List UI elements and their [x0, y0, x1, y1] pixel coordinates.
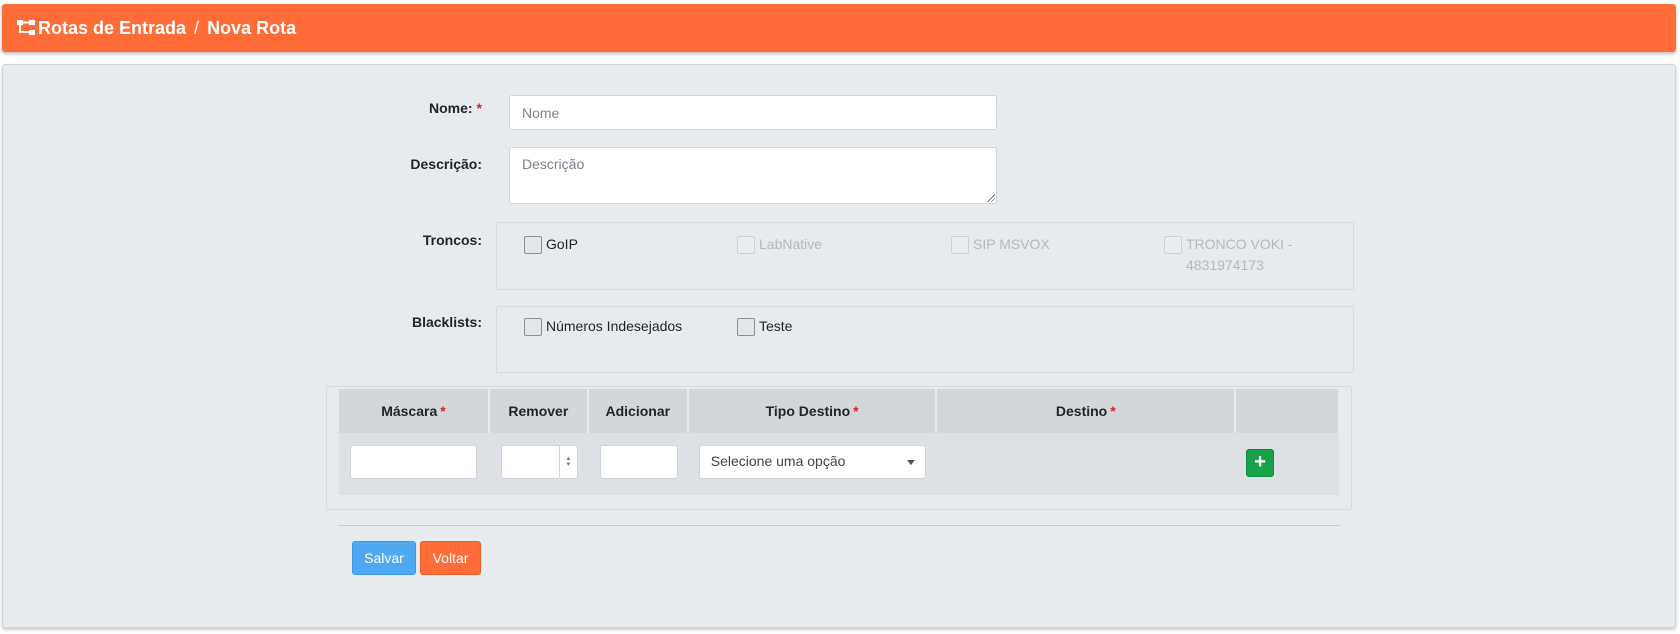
form-divider [338, 525, 1340, 526]
trunk-sip-msvox-checkbox: SIP MSVOX [951, 234, 1050, 255]
dest-type-cell: Selecione uma opção [687, 433, 938, 495]
page-header: Rotas de Entrada / Nova Rota [2, 4, 1676, 52]
destination-cell [936, 433, 1237, 495]
breadcrumb-root[interactable]: Rotas de Entrada [38, 18, 186, 39]
back-button[interactable]: Voltar [420, 541, 481, 575]
column-header-actions [1235, 389, 1338, 433]
blacklist-label: Números Indesejados [546, 318, 683, 334]
blacklist-teste-checkbox[interactable]: Teste [737, 316, 792, 337]
trunk-label: TRONCO VOKI - 4831974173 [1186, 236, 1293, 273]
trunk-tronco-voki-checkbox: TRONCO VOKI - 4831974173 [1164, 234, 1314, 276]
checkbox-square[interactable] [737, 318, 755, 336]
checkbox-square[interactable] [524, 236, 542, 254]
remove-cell: ▲ ▼ [488, 433, 589, 495]
blacklists-label: Blacklists: [411, 314, 482, 330]
rules-table-wrapper: Máscara * Remover Adicionar Tipo Destino *… [326, 386, 1352, 510]
name-required-mark: * [476, 100, 482, 116]
column-header-mask: Máscara * [339, 389, 490, 433]
add-cell [587, 433, 689, 495]
dest-type-selected-value: Selecione uma opção [710, 453, 846, 469]
resize-grip-icon[interactable] [987, 194, 995, 202]
description-label: Descrição: [410, 156, 482, 172]
add-row-button[interactable]: + [1246, 449, 1275, 477]
checkbox-square [737, 236, 755, 254]
add-input[interactable] [599, 445, 678, 479]
actions-cell: + [1235, 433, 1339, 495]
trunks-label: Troncos: [422, 232, 482, 248]
trunk-label: LabNative [759, 236, 823, 252]
name-label-text: Nome: [428, 100, 473, 116]
save-button[interactable]: Salvar [352, 541, 416, 575]
table-row: ▲ ▼ Selecione uma opção + [339, 433, 1339, 495]
spinner-arrows-icon[interactable]: ▲ ▼ [558, 446, 577, 478]
table-header-row: Máscara * Remover Adicionar Tipo Destino *… [339, 389, 1338, 433]
trunk-goip-checkbox[interactable]: GoIP [524, 234, 578, 255]
checkbox-square [1164, 236, 1182, 254]
remove-number-input[interactable]: ▲ ▼ [500, 445, 578, 479]
blacklist-numeros-indesejados-checkbox[interactable]: Números Indesejados [524, 316, 682, 337]
trunk-labnative-checkbox: LabNative [737, 234, 822, 255]
mask-input[interactable] [350, 445, 477, 479]
chevron-down-icon [906, 460, 915, 465]
column-header-destination: Destino * [936, 389, 1237, 433]
column-header-add: Adicionar [587, 389, 689, 433]
required-mark: * [440, 403, 446, 419]
checkbox-square[interactable] [524, 318, 542, 336]
trunk-label: SIP MSVOX [973, 236, 1050, 252]
breadcrumb-current: Nova Rota [207, 17, 297, 38]
blacklist-label: Teste [759, 318, 793, 334]
description-wrapper [509, 147, 997, 204]
breadcrumb-separator: / [194, 17, 200, 38]
column-header-remove: Remover [488, 389, 589, 433]
required-mark: * [853, 403, 859, 419]
dest-type-select[interactable]: Selecione uma opção [698, 445, 926, 479]
name-label: Nome: * [380, 100, 482, 116]
sitemap-icon [16, 18, 38, 38]
name-input[interactable] [509, 95, 997, 130]
rules-table: Máscara * Remover Adicionar Tipo Destino *… [339, 389, 1339, 495]
required-mark: * [1110, 403, 1116, 419]
trunk-label: GoIP [546, 236, 578, 252]
mask-cell [339, 433, 490, 495]
description-textarea[interactable] [509, 147, 997, 204]
checkbox-square [951, 236, 969, 254]
column-header-dest-type: Tipo Destino * [687, 389, 938, 433]
